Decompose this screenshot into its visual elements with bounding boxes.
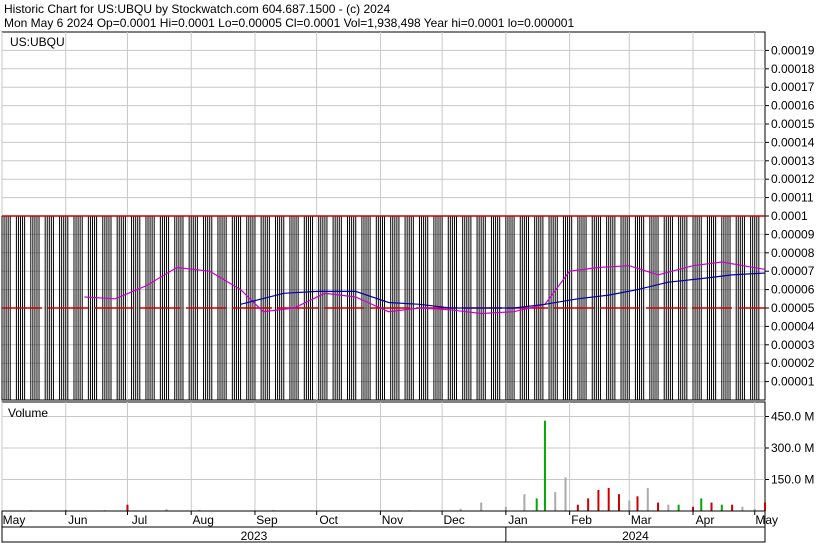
volume-bar (504, 506, 507, 511)
volume-tick-label: 150.0 M (771, 473, 814, 487)
month-label: Sep (256, 513, 278, 527)
price-tick-label: 0.00019 (771, 43, 815, 57)
volume-bar (657, 502, 660, 511)
volume-bar (535, 498, 538, 511)
price-tick-label: 0.00013 (771, 154, 815, 168)
price-tick-label: 0.00009 (771, 227, 815, 241)
volume-bar (700, 498, 703, 511)
price-tick-label: 0.00015 (771, 117, 815, 131)
month-label: May (3, 513, 26, 527)
month-label: Dec (443, 513, 464, 527)
volume-bar (564, 477, 567, 511)
volume-tick-label: 300.0 M (771, 441, 814, 455)
price-tick-label: 0.00014 (771, 135, 815, 149)
price-tick-label: 0.00018 (771, 62, 815, 76)
price-panel-title: US:UBQU (10, 35, 65, 49)
volume-bar (764, 502, 766, 511)
volume-bar (597, 490, 600, 511)
month-label: Oct (319, 513, 338, 527)
header-line-2: Mon May 6 2024 Op=0.0001 Hi=0.0001 Lo=0.… (4, 16, 574, 30)
volume-tick-label: 450.0 M (771, 410, 814, 424)
price-tick-label: 0.00004 (771, 319, 815, 333)
price-tick-label: 0.00012 (771, 172, 815, 186)
year-label: 2023 (241, 529, 268, 543)
volume-bar (677, 504, 680, 511)
month-label: Apr (696, 513, 715, 527)
price-tick-label: 0.00007 (771, 264, 815, 278)
volume-bar (543, 420, 546, 511)
price-tick-label: 0.00002 (771, 356, 815, 370)
price-tick-label: 0.00005 (771, 301, 815, 315)
price-tick-label: 0.0001 (771, 209, 808, 223)
month-label: Aug (193, 513, 214, 527)
volume-bar (628, 500, 631, 511)
volume-bar (607, 487, 610, 511)
volume-bar (480, 502, 483, 511)
price-tick-label: 0.00016 (771, 99, 815, 113)
month-label: Jan (508, 513, 527, 527)
month-label: Jun (68, 513, 87, 527)
volume-bar (667, 504, 670, 511)
volume-bar (741, 506, 744, 511)
price-tick-label: 0.00011 (771, 191, 814, 205)
volume-bar (720, 504, 723, 511)
month-label: Feb (571, 513, 592, 527)
volume-bar (731, 504, 734, 511)
volume-bar (126, 504, 129, 511)
volume-bar (636, 496, 639, 511)
month-label: Jul (132, 513, 147, 527)
volume-bar (587, 498, 590, 511)
volume-panel-title: Volume (8, 406, 48, 420)
volume-bar (710, 502, 713, 511)
volume-bar (554, 492, 557, 511)
volume-bar (692, 506, 695, 511)
price-tick-label: 0.00008 (771, 246, 815, 260)
price-tick-label: 0.00001 (771, 375, 815, 389)
month-label: May (755, 513, 778, 527)
stock-chart: Historic Chart for US:UBQU by Stockwatch… (0, 0, 830, 543)
month-label: Nov (382, 513, 403, 527)
price-tick-label: 0.00003 (771, 338, 815, 352)
price-tick-label: 0.00006 (771, 283, 815, 297)
volume-bar (646, 487, 649, 511)
year-label: 2024 (622, 529, 649, 543)
price-panel: 0.00001 0.00002 0.00003 0.00004 0.00005 0.000… (1, 31, 815, 401)
volume-bar (617, 494, 620, 511)
volume-bar (523, 494, 526, 511)
price-tick-label: 0.00017 (771, 80, 815, 94)
volume-bar (576, 504, 579, 511)
header-line-1: Historic Chart for US:UBQU by Stockwatch… (4, 2, 390, 16)
month-label: Mar (631, 513, 652, 527)
